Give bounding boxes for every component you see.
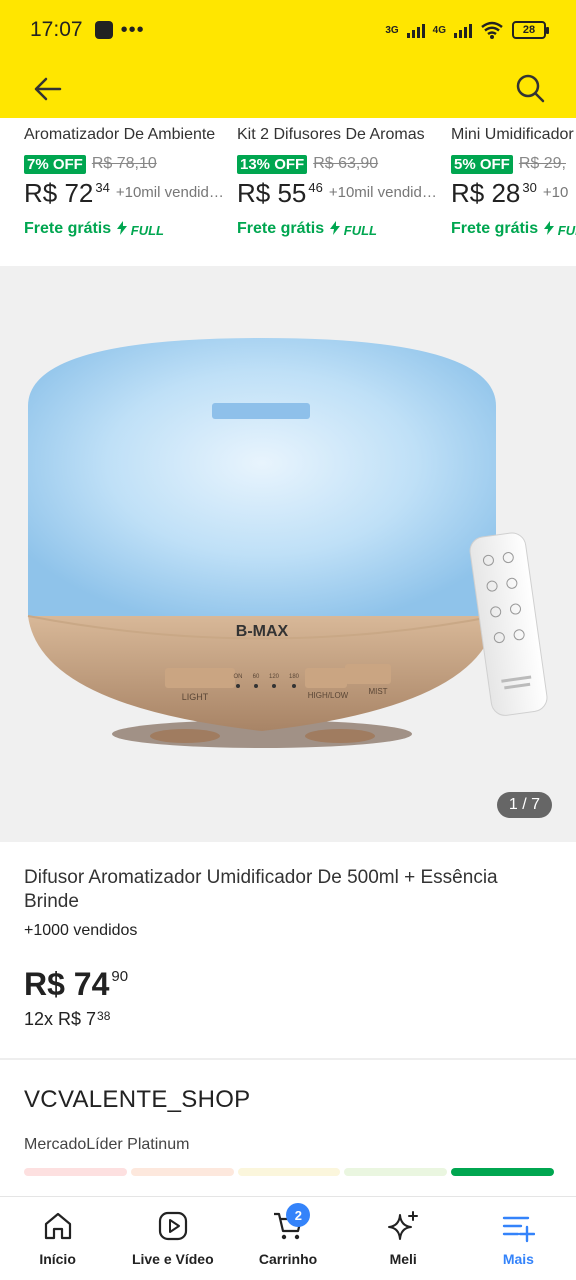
cart-count-badge: 2 xyxy=(286,1203,311,1227)
card-price: R$ 28 xyxy=(451,178,521,208)
panel-label-highlow: HIGH/LOW xyxy=(308,691,349,700)
old-price: R$ 78,10 xyxy=(91,155,157,172)
signal-icon xyxy=(454,22,472,38)
product-price: R$ 74 90 xyxy=(24,966,554,1003)
reputation-segment xyxy=(24,1168,127,1176)
nav-label: Carrinho xyxy=(258,1251,318,1267)
installments: 12x R$ 7 38 xyxy=(24,1009,554,1030)
timer-label-60: 60 xyxy=(253,674,260,680)
nav-item-inicio[interactable]: Início xyxy=(0,1197,115,1280)
play-icon xyxy=(158,1211,187,1241)
full-label: FULL xyxy=(557,222,576,238)
discount-badge: 13% OFF xyxy=(237,154,308,174)
product-sold-count: +1000 vendidos xyxy=(24,922,138,939)
section-divider xyxy=(0,1058,576,1060)
old-price: R$ 63,90 xyxy=(313,155,379,172)
network-4g-label: 4G xyxy=(432,24,446,36)
nav-item-carrinho[interactable]: 2 Carrinho xyxy=(230,1197,345,1280)
reputation-segment xyxy=(130,1168,234,1176)
card-sold-count: +10mil vendidos xyxy=(328,184,437,201)
product-title: Difusor Aromatizador Umidificador De 500… xyxy=(24,867,498,912)
nav-label: Mais xyxy=(502,1251,534,1267)
home-icon xyxy=(44,1212,71,1240)
full-badge: FULL xyxy=(330,220,377,238)
product-card[interactable]: Mini Umidificador 5% OFF R$ 29, R$ 28 30 +1… xyxy=(451,118,576,238)
full-badge: FULL xyxy=(117,220,164,238)
discount-badge: 5% OFF xyxy=(451,154,513,174)
card-title: Aromatizador De Ambiente xyxy=(24,126,216,143)
network-3g-label: 3G xyxy=(385,24,399,36)
free-shipping-label: Frete grátis xyxy=(237,220,325,237)
nav-item-mais[interactable]: Mais xyxy=(461,1197,576,1280)
card-price: R$ 72 xyxy=(24,178,94,208)
card-title: Mini Umidificador xyxy=(451,126,574,143)
status-icons: 3G 4G 28 xyxy=(385,21,549,39)
nav-label: Início xyxy=(39,1251,76,1267)
sparkle-icon xyxy=(388,1211,419,1240)
timer-label-on: ON xyxy=(234,674,243,680)
status-time: 17:07 xyxy=(30,18,83,41)
product-info: Difusor Aromatizador Umidificador De 500… xyxy=(24,866,554,1030)
wifi-icon xyxy=(481,21,503,39)
panel-label-light: LIGHT xyxy=(182,692,209,702)
battery-icon: 28 xyxy=(512,21,549,39)
full-label: FULL xyxy=(343,222,377,238)
card-sold-count: +10mil vendidos xyxy=(115,184,224,201)
full-label: FULL xyxy=(130,222,164,238)
card-price-cents: 46 xyxy=(308,180,323,195)
brand-logo: B-MAX xyxy=(236,623,289,640)
lightning-icon xyxy=(544,220,555,235)
product-image: B-MAX LIGHT HIGH/LOW MIST ON 60 120 180 xyxy=(27,338,548,748)
reputation-bar xyxy=(24,1168,554,1176)
old-price: R$ 29, xyxy=(518,155,566,172)
product-image-gallery[interactable]: B-MAX LIGHT HIGH/LOW MIST ON 60 120 180 … xyxy=(0,266,576,842)
price-main: R$ 74 xyxy=(24,966,110,1002)
nav-label: Meli xyxy=(389,1251,417,1267)
bottom-navigation: Início Live e Vídeo 2 Carrinho Meli Mais xyxy=(0,1196,576,1280)
back-arrow-icon[interactable] xyxy=(30,74,66,104)
nav-item-meli[interactable]: Meli xyxy=(346,1197,461,1280)
lightning-icon xyxy=(330,220,341,235)
reputation-segment xyxy=(451,1168,554,1176)
seller-name[interactable]: VCVALENTE_SHOP xyxy=(24,1086,251,1114)
menu-plus-icon xyxy=(503,1216,536,1243)
status-bar: 17:07 ••• 3G 4G 28 xyxy=(0,0,576,60)
discount-badge: 7% OFF xyxy=(24,154,86,174)
installment-cents: 38 xyxy=(97,1009,111,1023)
app-bar xyxy=(0,60,576,118)
price-cents: 90 xyxy=(111,968,129,985)
signal-icon xyxy=(406,22,425,38)
product-card[interactable]: Aromatizador De Ambiente 7% OFF R$ 78,10 … xyxy=(24,118,224,238)
product-card[interactable]: Kit 2 Difusores De Aromas 13% OFF R$ 63,9… xyxy=(237,118,437,238)
timer-label-120: 120 xyxy=(269,674,280,680)
free-shipping-label: Frete grátis xyxy=(451,220,539,237)
card-price: R$ 55 xyxy=(237,178,307,208)
card-title: Kit 2 Difusores De Aromas xyxy=(237,126,425,143)
related-products-carousel[interactable]: Aromatizador De Ambiente 7% OFF R$ 78,10 … xyxy=(0,118,576,266)
card-sold-count: +10 xyxy=(542,184,569,201)
nav-item-live-video[interactable]: Live e Vídeo xyxy=(115,1197,230,1280)
reputation-segment xyxy=(344,1168,448,1176)
panel-label-mist: MIST xyxy=(368,687,387,696)
card-price-cents: 34 xyxy=(95,180,110,195)
full-badge: FULL xyxy=(544,220,576,238)
seller-tier: MercadoLíder Platinum xyxy=(24,1136,190,1153)
notification-icon xyxy=(94,21,113,39)
card-price-cents: 30 xyxy=(522,180,537,195)
image-counter: 1 / 7 xyxy=(496,792,552,818)
search-icon[interactable] xyxy=(514,72,546,104)
lightning-icon xyxy=(117,220,128,235)
timer-label-180: 180 xyxy=(289,674,300,680)
more-notifications-icon: ••• xyxy=(120,18,145,41)
installment-value: 12x R$ 7 xyxy=(24,1009,97,1029)
free-shipping-label: Frete grátis xyxy=(24,220,112,237)
reputation-segment xyxy=(237,1168,341,1176)
nav-label: Live e Vídeo xyxy=(131,1251,214,1267)
